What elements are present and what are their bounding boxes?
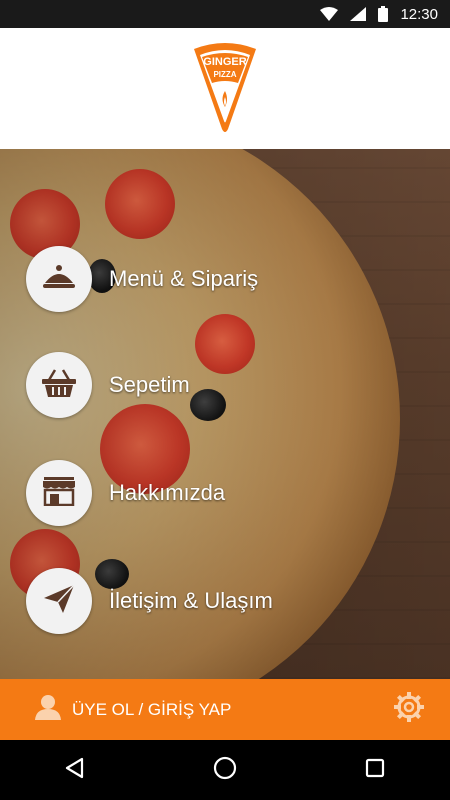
app-header: GINGER PIZZA	[0, 28, 450, 149]
menu-item-label: Sepetim	[109, 372, 190, 397]
home-icon	[213, 756, 237, 785]
paper-plane-icon	[43, 583, 75, 619]
menu-item-order[interactable]: Menü & Sipariş	[26, 246, 436, 312]
brand-logo: GINGER PIZZA	[192, 39, 258, 138]
battery-icon	[378, 6, 389, 22]
menu-item-about[interactable]: Hakkımızda	[26, 460, 436, 526]
login-register-button[interactable]: ÜYE OL / GİRİŞ YAP	[34, 694, 231, 725]
logo-text-top: GINGER	[203, 56, 246, 68]
menu-item-label: Menü & Sipariş	[109, 266, 259, 291]
gear-icon	[394, 692, 424, 727]
store-icon	[41, 476, 77, 511]
menu-icon-circle	[26, 352, 92, 418]
menu-icon-circle	[26, 460, 92, 526]
back-button[interactable]	[40, 750, 110, 790]
user-icon	[34, 694, 62, 725]
status-time: 12:30	[400, 5, 438, 23]
logo-text-bottom: PIZZA	[213, 70, 236, 79]
basket-icon	[41, 368, 77, 403]
cellular-signal-icon	[350, 7, 367, 21]
hero-background: Menü & Sipariş Sepetim Hakkımızda İletiş…	[0, 149, 450, 679]
menu-icon-circle	[26, 568, 92, 634]
recents-button[interactable]	[340, 750, 410, 790]
menu-item-label: İletişim & Ulaşım	[109, 588, 273, 613]
account-bar: ÜYE OL / GİRİŞ YAP	[0, 679, 450, 740]
back-icon	[64, 757, 86, 784]
system-nav-bar	[0, 740, 450, 800]
cloche-icon	[42, 263, 76, 296]
home-button[interactable]	[190, 750, 260, 790]
menu-item-label: Hakkımızda	[109, 480, 226, 505]
menu-item-cart[interactable]: Sepetim	[26, 352, 436, 418]
menu-icon-circle	[26, 246, 92, 312]
menu-item-contact[interactable]: İletişim & Ulaşım	[26, 568, 436, 634]
wifi-icon	[320, 7, 339, 21]
login-register-label: ÜYE OL / GİRİŞ YAP	[72, 699, 232, 719]
status-bar: 12:30	[0, 0, 450, 28]
settings-button[interactable]	[394, 692, 424, 727]
recents-icon	[365, 758, 385, 783]
